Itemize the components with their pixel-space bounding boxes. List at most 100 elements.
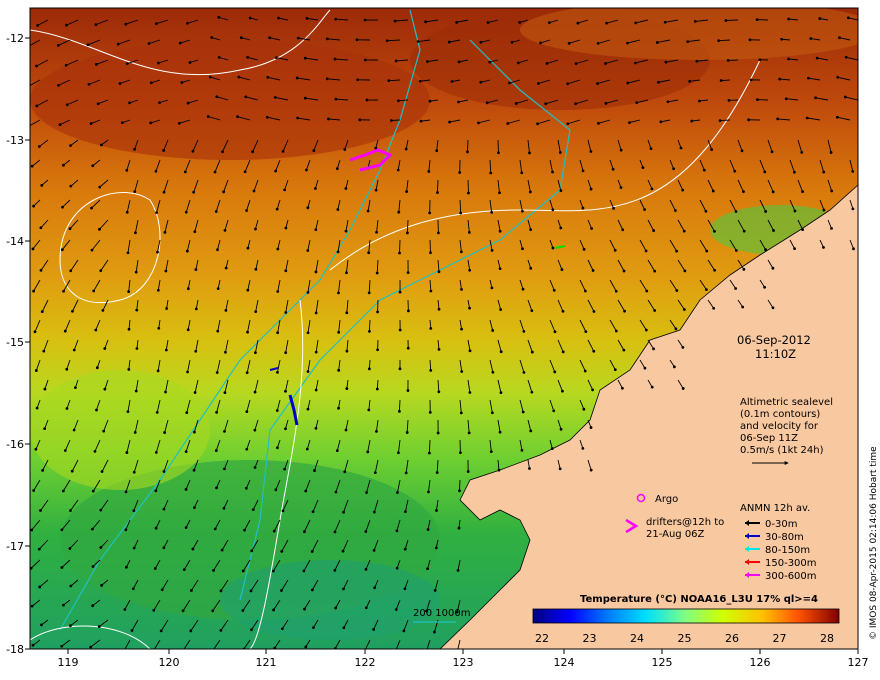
velocity-arrow-head (186, 101, 190, 105)
velocity-arrow-head (468, 349, 472, 353)
velocity-arrow-head (249, 589, 253, 593)
velocity-arrow-head (61, 205, 64, 209)
imos-credit: © IMOS 08-Apr-2015 02:14:06 Hobart time (869, 446, 879, 640)
velocity-arrow-head (306, 291, 310, 294)
velocity-arrow-head (224, 308, 228, 312)
velocity-arrow-head (520, 171, 524, 175)
velocity-arrow-head (435, 149, 439, 153)
velocity-arrow-head (245, 371, 249, 375)
velocity-arrow-head (40, 623, 43, 627)
velocity-arrow-head (276, 331, 280, 335)
velocity-arrow-head (155, 211, 158, 214)
velocity-arrow-head (68, 547, 72, 550)
velocity-arrow-head (822, 208, 826, 212)
velocity-arrow-head (65, 407, 69, 410)
velocity-arrow-head (306, 206, 310, 210)
velocity-arrow-head (125, 210, 129, 214)
sea-surface-temperature-map: 119 120 121 122 123 124 125 126 127 -12 -13 -14 -15… (6, 7, 879, 669)
velocity-arrow-head (406, 389, 410, 392)
velocity-arrow-head (62, 163, 65, 167)
velocity-arrow-head (124, 528, 128, 532)
velocity-arrow-head (800, 151, 804, 154)
velocity-arrow-head (550, 447, 554, 450)
velocity-arrow-head (334, 606, 338, 610)
velocity-arrow-head (37, 547, 41, 551)
anmn-label: 80-150m (765, 545, 810, 556)
velocity-arrow-head (589, 426, 593, 429)
velocity-arrow-head (295, 76, 299, 80)
velocity-arrow-head (427, 490, 430, 494)
velocity-arrow-head (620, 386, 624, 390)
velocity-arrow-head (447, 40, 451, 44)
velocity-arrow-head (436, 191, 439, 194)
velocity-arrow-head (127, 327, 131, 331)
velocity-arrow-head (657, 80, 660, 84)
lon-tick-label: 120 (159, 656, 180, 669)
velocity-arrow-head (365, 491, 368, 494)
velocity-arrow-head (325, 37, 329, 41)
velocity-arrow-head (389, 119, 393, 122)
colorbar-tick-label: 28 (820, 632, 834, 645)
velocity-arrow-head (491, 329, 495, 332)
velocity-arrow-head (94, 63, 98, 66)
velocity-arrow-head (246, 55, 249, 59)
velocity-arrow-head (559, 226, 563, 230)
velocity-arrow-head (561, 350, 565, 354)
velocity-arrow-head (394, 608, 398, 611)
velocity-arrow-head (212, 569, 215, 572)
velocity-arrow-head (223, 229, 227, 232)
velocity-arrow-head (132, 546, 136, 550)
velocity-arrow-head (793, 170, 796, 174)
velocity-arrow-head (69, 144, 72, 148)
velocity-arrow-head (125, 62, 129, 66)
velocity-arrow-head (192, 190, 196, 194)
velocity-arrow-head (284, 427, 287, 431)
velocity-arrow-head (672, 167, 676, 171)
velocity-arrow-head (405, 431, 409, 434)
velocity-arrow-head (159, 629, 163, 633)
velocity-arrow-head (529, 429, 533, 433)
velocity-arrow-head (162, 546, 166, 550)
velocity-arrow-head (343, 148, 347, 151)
velocity-arrow-head (100, 470, 104, 473)
velocity-arrow-head (186, 287, 190, 291)
velocity-arrow-head (311, 510, 315, 514)
velocity-arrow-head (836, 75, 840, 79)
velocity-arrow-head (559, 427, 563, 431)
velocity-arrow-head (243, 170, 247, 174)
velocity-arrow-head (626, 41, 629, 45)
velocity-arrow-head (216, 329, 220, 333)
lat-tick-label: -14 (6, 235, 24, 248)
velocity-arrow-head (39, 268, 43, 272)
velocity-arrow-head (244, 95, 248, 99)
altimetry-line: (0.1m contours) (740, 409, 820, 420)
velocity-arrow-head (188, 61, 192, 64)
velocity-arrow-head (611, 167, 615, 171)
velocity-arrow-head (497, 468, 501, 472)
velocity-arrow-head (815, 56, 819, 60)
velocity-arrow-head (126, 410, 130, 414)
velocity-arrow-head (254, 310, 258, 313)
velocity-arrow-head (436, 431, 440, 435)
velocity-arrow-head (95, 366, 99, 370)
velocity-arrow-head (467, 191, 470, 195)
velocity-arrow-head (30, 604, 34, 608)
velocity-arrow-head (91, 604, 95, 608)
velocity-arrow-head (94, 328, 98, 332)
velocity-arrow-head (742, 229, 746, 233)
velocity-arrow-head (477, 121, 480, 125)
velocity-arrow-head (529, 228, 533, 232)
velocity-arrow-head (194, 349, 198, 353)
velocity-arrow-head (448, 120, 452, 124)
time-label: 11:10Z (755, 347, 796, 361)
velocity-arrow-head (376, 348, 380, 352)
velocity-arrow (428, 439, 431, 453)
anmn-label: 150-300m (765, 558, 817, 569)
velocity-arrow-head (336, 208, 340, 211)
velocity-arrow-head (367, 367, 371, 371)
velocity-arrow-head (243, 528, 246, 532)
velocity-arrow-head (210, 36, 214, 39)
velocity-arrow-head (364, 606, 368, 610)
velocity-arrow-head (522, 329, 526, 333)
velocity-arrow-head (650, 187, 654, 191)
